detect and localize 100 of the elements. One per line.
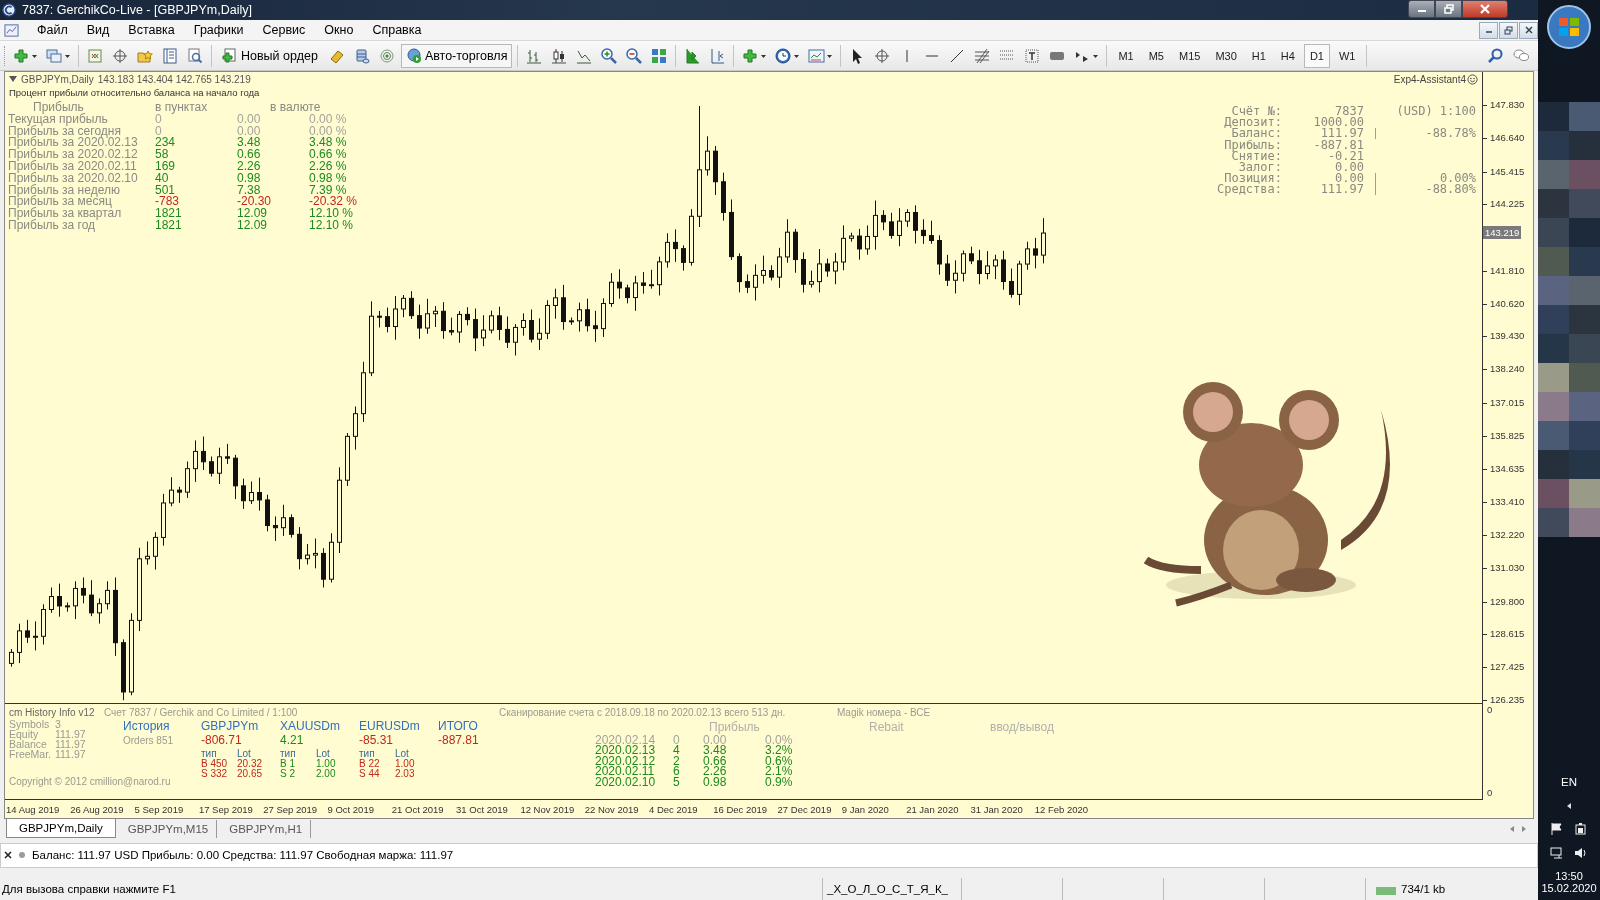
lot-value: 20.65 bbox=[237, 768, 264, 779]
timeframe-button[interactable]: M30 bbox=[1209, 43, 1243, 68]
account-value: -0.21 bbox=[1327, 150, 1364, 162]
menu-item[interactable]: Окно bbox=[314, 23, 363, 38]
orders-count: Orders 851 bbox=[123, 734, 174, 746]
auto-trading-button[interactable]: Авто-торговля bbox=[400, 43, 513, 68]
timeframe-button[interactable]: M15 bbox=[1173, 43, 1207, 68]
menu-item[interactable]: Вид bbox=[76, 23, 119, 38]
points-value: 1821 bbox=[155, 219, 183, 232]
time-label: 27 Dec 2019 bbox=[777, 804, 833, 816]
amount-value: -20.30 bbox=[237, 196, 273, 209]
price-tick: 140.620 bbox=[1485, 297, 1525, 309]
chart-tab[interactable]: GBPJPYm,H1 bbox=[221, 819, 312, 838]
time-label: 21 Jan 2020 bbox=[906, 804, 960, 816]
row-label: Прибыль за квартал bbox=[8, 208, 123, 220]
account-note: -88.80% bbox=[1425, 182, 1476, 197]
menu-item[interactable]: Справка bbox=[362, 23, 431, 38]
column-header: тип bbox=[359, 748, 376, 759]
percent-cell-text: 0.0% bbox=[765, 734, 794, 746]
timeframe-button[interactable]: H4 bbox=[1274, 43, 1301, 68]
percent-value: 0.98 % bbox=[309, 172, 348, 185]
amount-value: 12.09 bbox=[237, 208, 269, 220]
symbol-name: GBPJPYm bbox=[201, 718, 260, 733]
percent-cell-text: 0.9% bbox=[765, 776, 794, 788]
timeframe-button[interactable]: H1 bbox=[1245, 43, 1272, 68]
count-cell-text: 4 bbox=[673, 745, 681, 756]
percent-cell-text: 3.2% bbox=[765, 745, 794, 756]
percent-value: 12.10 % bbox=[309, 219, 355, 232]
order-type: B 1 bbox=[280, 758, 296, 769]
summary-label: FreeMar. bbox=[9, 748, 52, 759]
account-label: Депозит: bbox=[1223, 117, 1282, 129]
amount-cell-text: 0.98 bbox=[703, 776, 728, 788]
symbol-name: XAUUSDm bbox=[280, 718, 341, 733]
points-value: 1821 bbox=[155, 208, 183, 220]
profit-table-title: Процент прибыли относительно баланса на начало года bbox=[9, 86, 260, 98]
price-tick: 129.800 bbox=[1485, 595, 1525, 607]
account-value: 111.97 bbox=[1320, 128, 1364, 140]
amount-cell-text: 0.00 bbox=[703, 734, 727, 746]
amount-value: 0.98 bbox=[237, 172, 262, 185]
time-label: 17 Sep 2019 bbox=[198, 804, 254, 816]
account-label: Позиция: bbox=[1224, 173, 1282, 185]
price-tick: 128.615 bbox=[1485, 628, 1525, 640]
timeframe-button[interactable]: D1 bbox=[1303, 43, 1330, 68]
clock-date[interactable]: 15.02.2020 bbox=[1541, 882, 1597, 894]
time-label: 12 Feb 2020 bbox=[1034, 804, 1090, 816]
percent-value: 0.00 % bbox=[309, 125, 348, 138]
order-type: S 2 bbox=[280, 768, 296, 779]
timeframe-button[interactable]: M1 bbox=[1112, 43, 1140, 68]
time-label: 9 Oct 2019 bbox=[327, 804, 375, 816]
menu-item[interactable]: Вставка bbox=[118, 23, 184, 38]
lot-value: 2.00 bbox=[316, 768, 337, 779]
count-cell-text: 5 bbox=[673, 776, 681, 788]
order-type: S 332 bbox=[201, 768, 229, 779]
account-summary: Баланс: 111.97 USD Прибыль: 0.00 Средства: 111.97 Свободная маржа: 111.97 bbox=[32, 849, 454, 862]
time-label: 5 Sep 2019 bbox=[134, 804, 185, 816]
order-type: S 44 bbox=[359, 768, 381, 779]
column-header: Прибыль bbox=[709, 719, 760, 734]
timeframe-button[interactable]: W1 bbox=[1333, 43, 1362, 68]
lot-value: 2.03 bbox=[395, 768, 416, 779]
column-header: Lot bbox=[237, 748, 252, 759]
row-label: Прибыль за месяц bbox=[8, 196, 112, 209]
points-value: 169 bbox=[155, 160, 177, 173]
new-order-button[interactable]: Новый ордер bbox=[217, 43, 323, 68]
menu-item[interactable]: Файл bbox=[27, 23, 77, 38]
help-text: Для вызова справки нажмите F1 bbox=[1, 883, 177, 896]
account-note: (USD) 1:100 bbox=[1396, 103, 1476, 118]
row-label: Прибыль за 2020.02.13 bbox=[8, 137, 139, 150]
menu-item[interactable]: Графики bbox=[183, 23, 253, 38]
count-cell-text: 0 bbox=[673, 734, 681, 746]
price-tick: 131.030 bbox=[1485, 561, 1525, 573]
date-cell-text: 2020.02.11 bbox=[595, 766, 656, 777]
points-value: 0 bbox=[155, 125, 162, 138]
profile-name: _Х_О_Л_О_С_Т_Я_К_ bbox=[827, 883, 948, 896]
points-value: 40 bbox=[155, 172, 170, 185]
menu-item[interactable]: Сервис bbox=[252, 23, 315, 38]
price-tick: 126.235 bbox=[1485, 693, 1525, 705]
chart-tab[interactable]: GBPJPYm,M15 bbox=[119, 819, 218, 838]
current-price-label: 143.219 bbox=[1483, 226, 1522, 239]
language-indicator[interactable]: EN bbox=[1561, 776, 1577, 788]
timeframe-button[interactable]: M5 bbox=[1142, 43, 1170, 68]
time-label: 14 Aug 2019 bbox=[6, 804, 61, 816]
price-tick: 144.225 bbox=[1485, 198, 1525, 210]
row-label: Текущая прибыль bbox=[8, 113, 109, 126]
account-label: Снятие: bbox=[1231, 150, 1282, 162]
price-tick: 127.425 bbox=[1485, 661, 1525, 673]
percent-value: 0.66 % bbox=[309, 149, 348, 161]
expert-name: Exp4-Assistant4 bbox=[1393, 73, 1466, 85]
price-tick: 137.015 bbox=[1485, 396, 1525, 408]
traffic-text: 734/1 kb bbox=[1401, 883, 1446, 896]
row-label: Прибыль за 2020.02.11 bbox=[8, 160, 138, 173]
time-label: 26 Aug 2019 bbox=[70, 804, 125, 816]
percent-value: 0.00 % bbox=[309, 113, 348, 126]
price-tick: 134.635 bbox=[1485, 462, 1525, 474]
lot-value: 1.00 bbox=[316, 758, 337, 769]
time-label: 9 Jan 2020 bbox=[841, 804, 890, 816]
clock-time[interactable]: 13:50 bbox=[1555, 870, 1583, 882]
count-cell-text: 6 bbox=[673, 766, 681, 777]
time-label: 12 Nov 2019 bbox=[520, 804, 576, 816]
order-type: B 22 bbox=[359, 758, 381, 769]
account-value: 111.97 bbox=[1319, 184, 1364, 196]
